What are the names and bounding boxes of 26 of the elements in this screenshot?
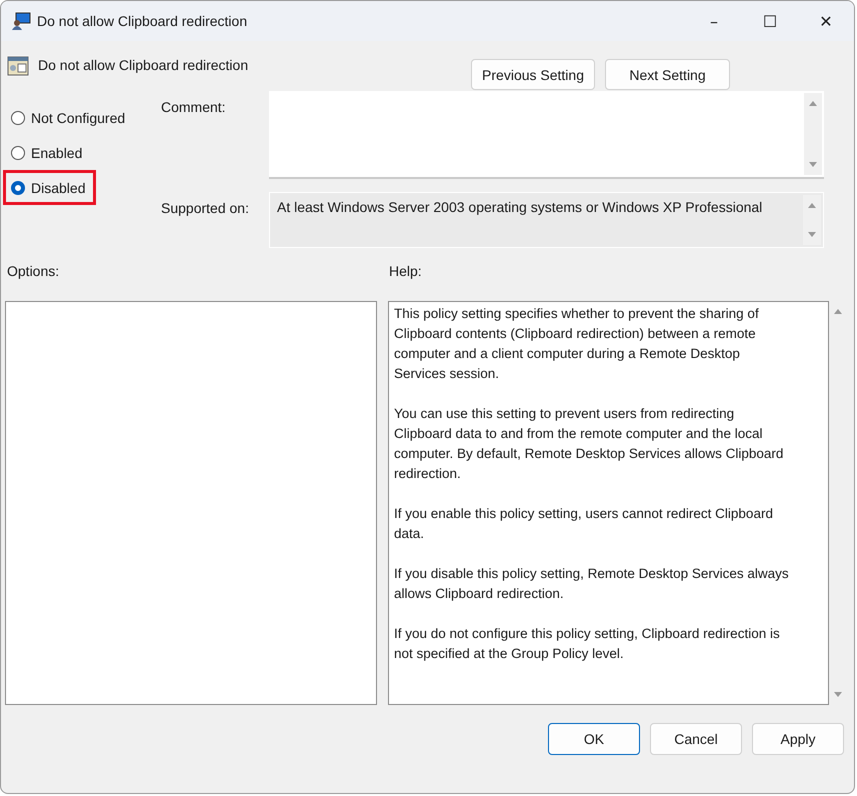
maximize-button[interactable]: ☐ — [742, 1, 798, 41]
radio-option[interactable]: Disabled — [3, 170, 96, 205]
minimize-button[interactable]: – — [686, 1, 742, 41]
policy-icon — [7, 55, 29, 77]
help-paragraph: If you do not configure this policy setting, Clipboard redirection is not specified at the Group Policy level. — [394, 625, 781, 663]
supported-label: Supported on: — [161, 199, 250, 218]
help-paragraph: You can use this setting to prevent users from redirecting Clipboard data to and from the remote computer and the local computer. By default, Remote Desktop Services allows Clipboard redirection. — [394, 405, 784, 483]
dialog-button[interactable]: OK — [548, 723, 640, 755]
close-button[interactable]: ✕ — [798, 1, 854, 41]
help-paragraph: This policy setting specifies whether to prevent the sharing of Clipboard contents (Clipboard redirection) between a remote computer and a client computer during a Remote Desktop Services session. — [394, 305, 760, 383]
dialog-button[interactable]: Cancel — [650, 723, 742, 755]
window-title: Do not allow Clipboard redirection — [37, 13, 248, 29]
radio-option[interactable]: Enabled — [3, 135, 94, 170]
monitor-icon — [11, 11, 31, 31]
help-label: Help: — [389, 263, 423, 281]
setting-title: Do not allow Clipboard redirection — [38, 57, 248, 73]
nav-button[interactable]: Next Setting — [605, 59, 730, 90]
comment-label: Comment: — [161, 98, 227, 117]
help-paragraph: If you enable this policy setting, users cannot redirect Clipboard data. — [394, 505, 774, 543]
supported-field: At least Windows Server 2003 operating systems or Windows XP Professional — [269, 192, 824, 248]
comment-field[interactable] — [269, 91, 824, 179]
dialog-button[interactable]: Apply — [752, 723, 844, 755]
nav-button[interactable]: Previous Setting — [471, 59, 595, 90]
radio-option[interactable]: Not Configured — [3, 100, 136, 135]
options-label: Options: — [7, 263, 60, 281]
help-paragraph: If you disable this policy setting, Remote Desktop Services always allows Clipboard redirection. — [394, 565, 790, 603]
